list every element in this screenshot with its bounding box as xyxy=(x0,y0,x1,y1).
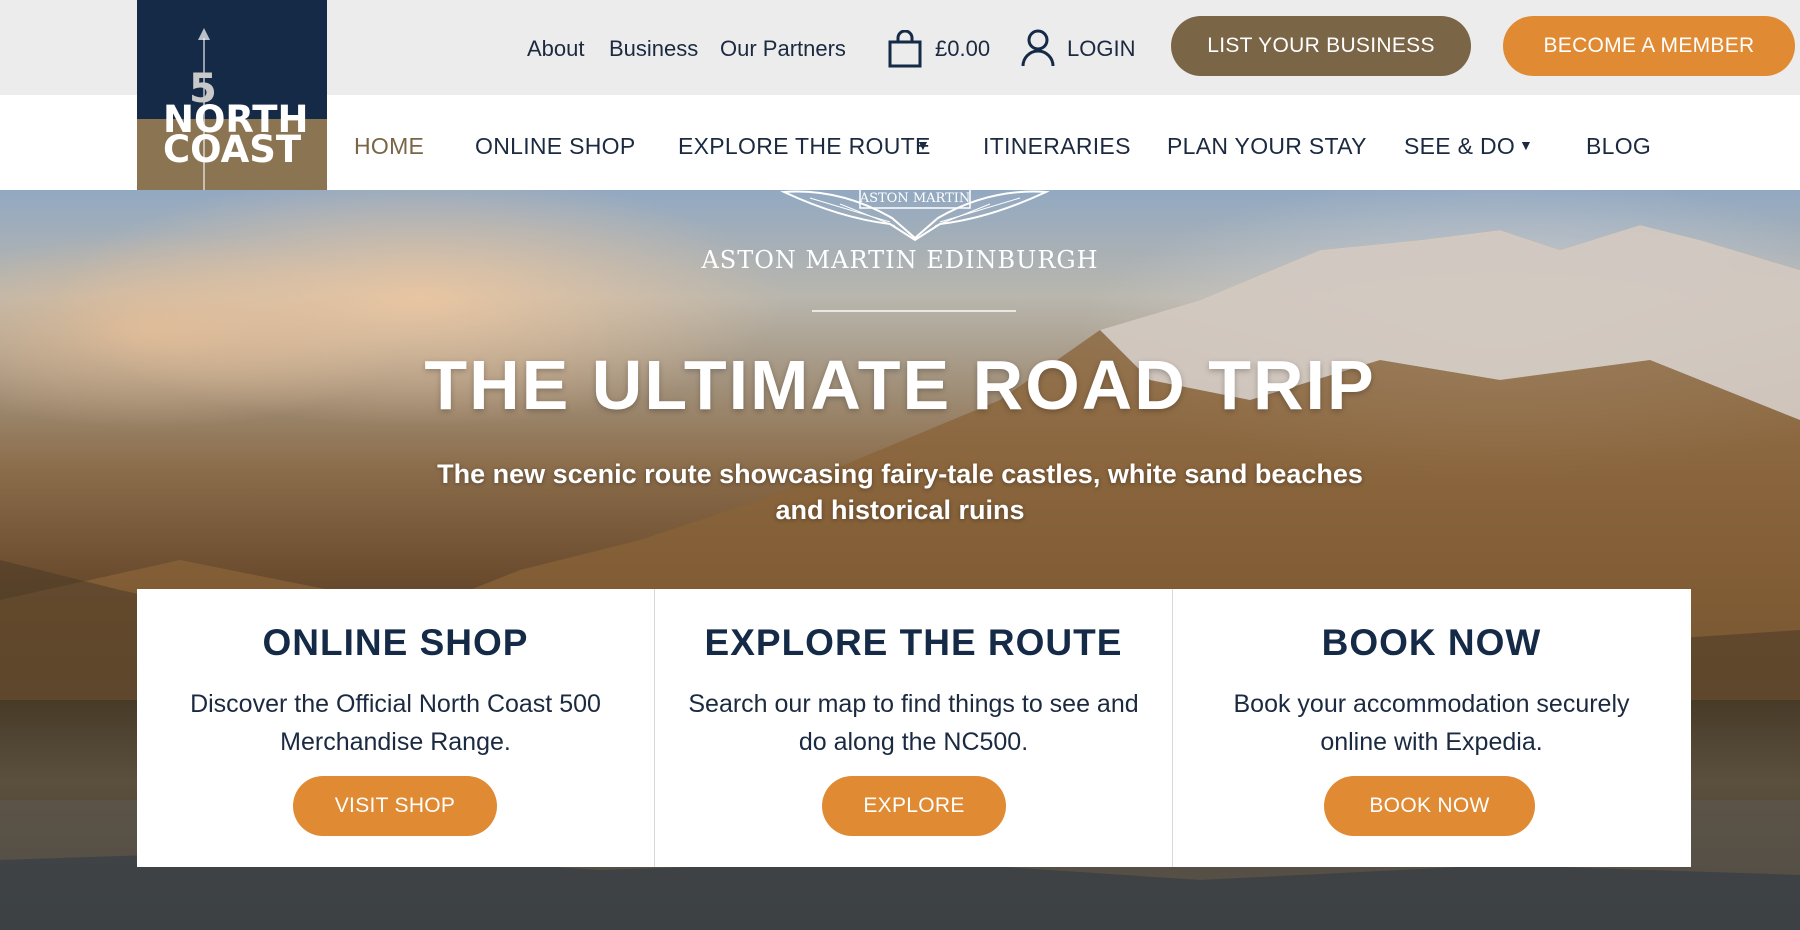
cart-total[interactable]: £0.00 xyxy=(935,36,990,62)
book-now-button[interactable]: BOOK NOW xyxy=(1324,776,1535,836)
sponsor-name: ASTON MARTIN EDINBURGH xyxy=(701,246,1099,274)
nav-explore-the-route[interactable]: EXPLORE THE ROUTE xyxy=(678,133,931,160)
partners-link[interactable]: Our Partners xyxy=(720,36,846,62)
explore-button[interactable]: EXPLORE xyxy=(822,776,1006,836)
about-link[interactable]: About xyxy=(527,36,585,62)
nav-plan-your-stay[interactable]: PLAN YOUR STAY xyxy=(1167,133,1367,160)
card-description-line: Discover the Official North Coast 500 xyxy=(190,690,601,718)
svg-text:ASTON MARTIN: ASTON MARTIN xyxy=(859,191,971,206)
card-title: EXPLORE THE ROUTE xyxy=(704,622,1123,663)
hero-divider xyxy=(812,310,1016,312)
list-your-business-button[interactable]: LIST YOUR BUSINESS xyxy=(1171,16,1471,76)
card-description-line: Merchandise Range. xyxy=(280,728,511,756)
logo-coast: COAST xyxy=(163,128,302,171)
nav-itineraries[interactable]: ITINERARIES xyxy=(983,133,1131,160)
become-a-member-button[interactable]: BECOME A MEMBER xyxy=(1503,16,1795,76)
card-description-line: online with Expedia. xyxy=(1320,728,1543,756)
card-book-now: BOOK NOW Book your accommodation securel… xyxy=(1172,589,1690,867)
card-description: Discover the Official North Coast 500 Me… xyxy=(167,685,624,761)
nc500-logo[interactable]: 5 NORTH COAST xyxy=(137,0,327,190)
nav-home[interactable]: HOME xyxy=(354,133,424,160)
aston-martin-wings-logo: ASTON MARTIN xyxy=(780,185,1050,242)
chevron-down-icon[interactable]: ▼ xyxy=(1519,137,1533,153)
feature-cards: ONLINE SHOP Discover the Official North … xyxy=(137,589,1691,867)
user-icon[interactable] xyxy=(1020,28,1056,68)
card-description-line: do along the NC500. xyxy=(798,728,1029,756)
hero-subheadline-line-2: and historical ruins xyxy=(775,495,1025,525)
visit-shop-button[interactable]: VISIT SHOP xyxy=(293,776,497,836)
card-description: Book your accommodation securely online … xyxy=(1203,685,1660,761)
card-title: BOOK NOW xyxy=(1321,622,1542,663)
hero-subheadline: The new scenic route showcasing fairy-ta… xyxy=(0,456,1800,528)
card-description-line: Book your accommodation securely xyxy=(1233,690,1630,718)
hero-headline: THE ULTIMATE ROAD TRIP xyxy=(424,346,1376,424)
shopping-bag-icon[interactable] xyxy=(888,30,922,68)
login-link[interactable]: LOGIN xyxy=(1067,36,1135,62)
chevron-down-icon[interactable]: ▼ xyxy=(916,137,930,153)
card-description-line: Search our map to find things to see and xyxy=(688,690,1139,718)
nav-online-shop[interactable]: ONLINE SHOP xyxy=(475,133,636,160)
nav-see-and-do[interactable]: SEE & DO xyxy=(1404,133,1515,160)
logo-arrow-icon xyxy=(198,28,210,40)
card-online-shop: ONLINE SHOP Discover the Official North … xyxy=(137,589,654,867)
card-explore-the-route: EXPLORE THE ROUTE Search our map to find… xyxy=(654,589,1172,867)
business-link[interactable]: Business xyxy=(609,36,698,62)
hero-subheadline-line-1: The new scenic route showcasing fairy-ta… xyxy=(437,459,1363,489)
nav-blog[interactable]: BLOG xyxy=(1586,133,1651,160)
card-description: Search our map to find things to see and… xyxy=(685,685,1142,761)
card-title: ONLINE SHOP xyxy=(262,622,529,663)
